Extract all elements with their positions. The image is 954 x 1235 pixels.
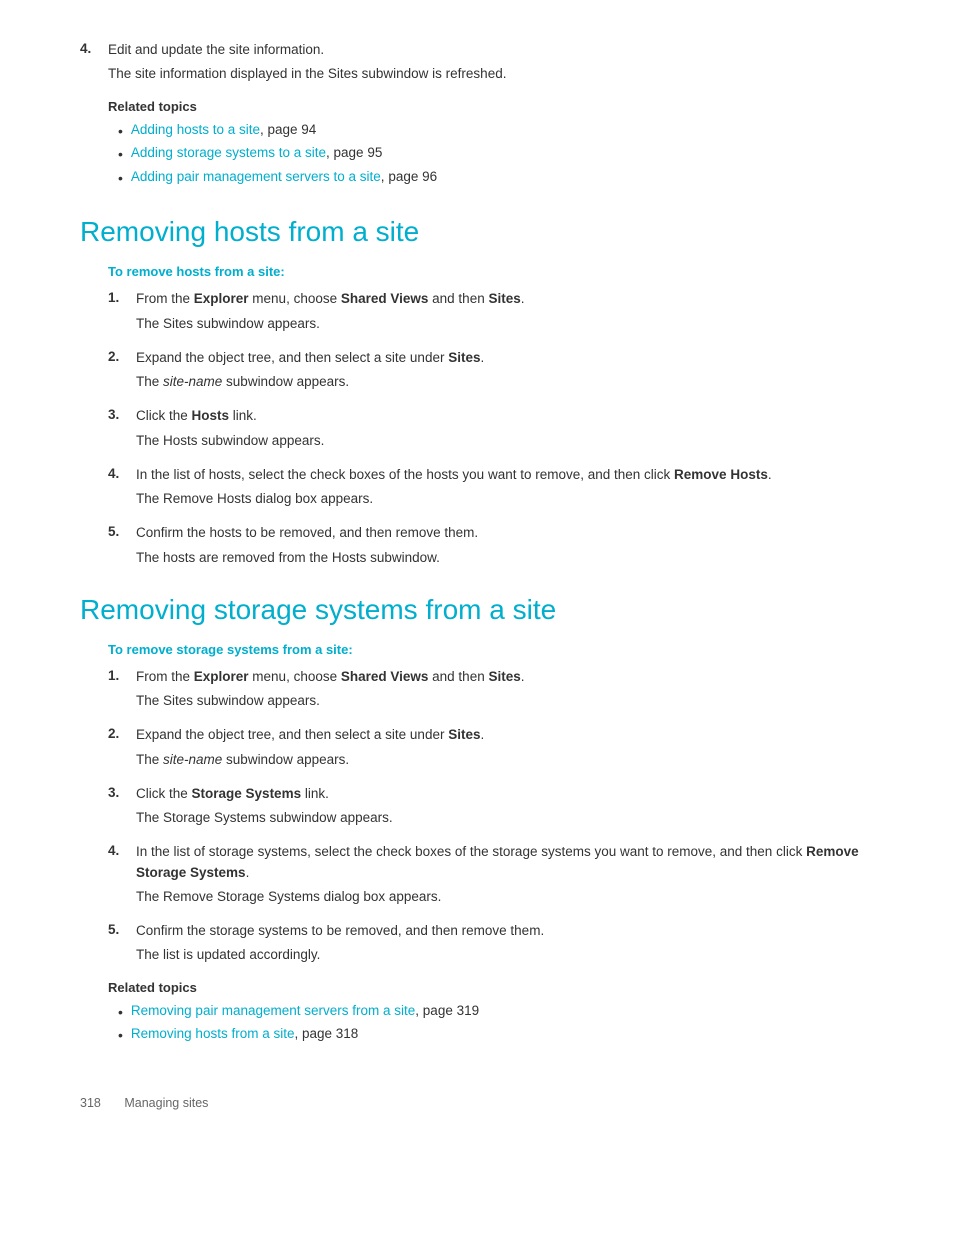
section2: Removing storage systems from a site To … <box>80 594 874 1046</box>
section2-steps: 1. From the Explorer menu, choose Shared… <box>108 667 874 966</box>
topic-link[interactable]: Adding pair management servers to a site <box>131 169 381 184</box>
step-subtext: The Sites subwindow appears. <box>136 691 874 711</box>
step-content: Edit and update the site information. Th… <box>108 40 874 85</box>
topic-link[interactable]: Adding hosts to a site <box>131 122 260 137</box>
step-item: 5. Confirm the storage systems to be rem… <box>108 921 874 966</box>
footer-section: Managing sites <box>124 1096 208 1110</box>
related-topics-top: Related topics Adding hosts to a site, p… <box>108 99 874 189</box>
section1-steps: 1. From the Explorer menu, choose Shared… <box>108 289 874 568</box>
step-number: 3. <box>108 784 136 800</box>
step-number: 4. <box>108 465 136 481</box>
step-text: Edit and update the site information. <box>108 42 324 57</box>
step-item: 4. In the list of storage systems, selec… <box>108 842 874 907</box>
step-subtext: The site-name subwindow appears. <box>136 372 874 392</box>
topic-link[interactable]: Adding storage systems to a site <box>131 145 326 160</box>
step-subtext: The Remove Hosts dialog box appears. <box>136 489 874 509</box>
step-number: 5. <box>108 523 136 539</box>
step-item: 4. In the list of hosts, select the chec… <box>108 465 874 510</box>
page-number: 318 <box>80 1096 101 1110</box>
step-item: 3. Click the Storage Systems link. The S… <box>108 784 874 829</box>
related-topics-list: Adding hosts to a site, page 94 Adding s… <box>108 122 874 189</box>
step-number: 4. <box>80 40 108 56</box>
section2-heading: Removing storage systems from a site <box>80 594 874 626</box>
page-ref: , page 319 <box>415 1003 479 1018</box>
step-number: 1. <box>108 667 136 683</box>
step-content: Expand the object tree, and then select … <box>136 725 874 770</box>
list-item: Removing hosts from a site, page 318 <box>118 1026 874 1046</box>
step-content: Click the Hosts link. The Hosts subwindo… <box>136 406 874 451</box>
step-number: 5. <box>108 921 136 937</box>
section2-sublabel: To remove storage systems from a site: <box>108 642 874 657</box>
related-topics-section2: Related topics Removing pair management … <box>108 980 874 1046</box>
step-number: 2. <box>108 348 136 364</box>
related-topics-label: Related topics <box>108 99 874 114</box>
step-item: 2. Expand the object tree, and then sele… <box>108 348 874 393</box>
list-item: Removing pair management servers from a … <box>118 1003 874 1023</box>
step-subtext: The site-name subwindow appears. <box>136 750 874 770</box>
list-item: Adding hosts to a site, page 94 <box>118 122 874 142</box>
step-subtext: The Hosts subwindow appears. <box>136 431 874 451</box>
step-item: 1. From the Explorer menu, choose Shared… <box>108 289 874 334</box>
topic-link[interactable]: Removing pair management servers from a … <box>131 1003 415 1018</box>
step-subtext: The list is updated accordingly. <box>136 945 874 965</box>
step-subtext: The Storage Systems subwindow appears. <box>136 808 874 828</box>
step-subtext: The hosts are removed from the Hosts sub… <box>136 548 874 568</box>
step-content: From the Explorer menu, choose Shared Vi… <box>136 667 874 712</box>
step-content: Click the Storage Systems link. The Stor… <box>136 784 874 829</box>
section1: Removing hosts from a site To remove hos… <box>80 216 874 568</box>
list-item: Adding storage systems to a site, page 9… <box>118 145 874 165</box>
list-item: Adding pair management servers to a site… <box>118 169 874 189</box>
related-topics-list2: Removing pair management servers from a … <box>108 1003 874 1046</box>
step-subtext: The Sites subwindow appears. <box>136 314 874 334</box>
page-ref: , page 318 <box>294 1026 358 1041</box>
section1-sublabel: To remove hosts from a site: <box>108 264 874 279</box>
section1-heading: Removing hosts from a site <box>80 216 874 248</box>
step-subtext: The site information displayed in the Si… <box>108 64 874 84</box>
page-ref: , page 94 <box>260 122 316 137</box>
step-item: 4. Edit and update the site information.… <box>80 40 874 85</box>
page-footer: 318 Managing sites <box>80 1086 874 1110</box>
step-content: In the list of hosts, select the check b… <box>136 465 874 510</box>
step-number: 1. <box>108 289 136 305</box>
step-content: Confirm the hosts to be removed, and the… <box>136 523 874 568</box>
topic-link[interactable]: Removing hosts from a site <box>131 1026 295 1041</box>
step-number: 4. <box>108 842 136 858</box>
step-number: 3. <box>108 406 136 422</box>
step-subtext: The Remove Storage Systems dialog box ap… <box>136 887 874 907</box>
step-item: 2. Expand the object tree, and then sele… <box>108 725 874 770</box>
page-ref: , page 96 <box>381 169 437 184</box>
step-item: 1. From the Explorer menu, choose Shared… <box>108 667 874 712</box>
step-item: 5. Confirm the hosts to be removed, and … <box>108 523 874 568</box>
top-step-4: 4. Edit and update the site information.… <box>80 40 874 85</box>
step-content: In the list of storage systems, select t… <box>136 842 874 907</box>
related-topics-label2: Related topics <box>108 980 874 995</box>
step-content: Expand the object tree, and then select … <box>136 348 874 393</box>
step-content: Confirm the storage systems to be remove… <box>136 921 874 966</box>
step-item: 3. Click the Hosts link. The Hosts subwi… <box>108 406 874 451</box>
page-ref: , page 95 <box>326 145 382 160</box>
step-content: From the Explorer menu, choose Shared Vi… <box>136 289 874 334</box>
step-number: 2. <box>108 725 136 741</box>
